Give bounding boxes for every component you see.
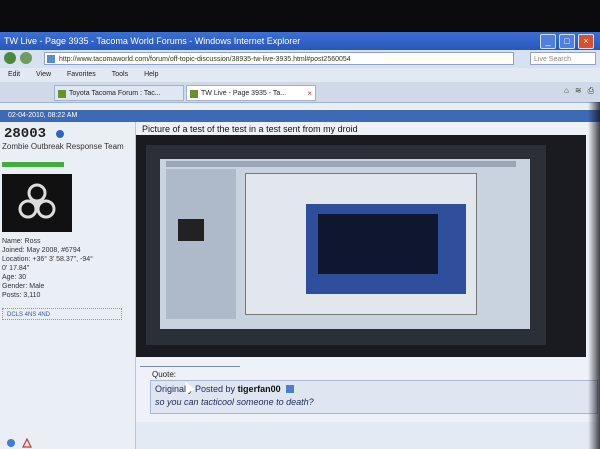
tab-toyota-forum[interactable]: Toyota Tacoma Forum : Tac... [54,85,184,101]
quote-poster[interactable]: tigerfan00 [238,384,281,394]
address-bar: http://www.tacomaworld.com/forum/off-top… [0,50,600,68]
tab-bar: Toyota Tacoma Forum : Tac... TW Live - P… [0,82,600,103]
menu-help[interactable]: Help [144,71,158,78]
window-titlebar[interactable]: TW Live - Page 3935 - Tacoma World Forum… [0,32,600,50]
photo-monitor [146,145,546,345]
user-age-line: Age: 30 [2,274,27,281]
close-button[interactable]: × [578,34,594,49]
report-icon[interactable] [22,438,32,448]
menu-view[interactable]: View [36,71,51,78]
post-photo[interactable] [136,135,586,357]
site-favicon-icon [47,55,55,63]
screen: TW Live - Page 3935 - Tacoma World Forum… [0,0,600,449]
tab-label: TW Live - Page 3935 - Ta... [201,90,287,97]
view-post-icon[interactable] [286,385,295,393]
tab-favicon-icon [190,90,198,98]
avatar[interactable] [2,174,72,232]
user-info-panel: 28003 Zombie Outbreak Response Team Name… [0,122,136,449]
feeds-icon[interactable]: ≋ [575,86,582,96]
photo-screen [160,159,530,329]
quote-divider [140,366,240,367]
minimize-button[interactable]: _ [540,34,556,49]
menu-favorites[interactable]: Favorites [67,71,96,78]
biohazard-icon [15,181,59,225]
photo-avatar [178,219,204,241]
user-gender-line: Gender: Male [2,283,45,290]
menu-tools[interactable]: Tools [112,71,128,78]
post-timestamp: 02-04-2010, 08:22 AM [8,112,78,119]
user-details: Name: Ross Joined: May 2008, #6794 Locat… [2,237,132,300]
menu-edit[interactable]: Edit [8,71,20,78]
tab-close-icon[interactable]: × [307,86,312,100]
online-status-icon [56,130,64,138]
home-icon[interactable]: ⌂ [564,86,569,96]
quote-box: Originally Posted by tigerfan00 so you c… [150,380,598,414]
quote-attribution: Originally Posted by tigerfan00 [155,384,295,394]
photo-edge-shadow [588,102,600,449]
user-name-line: Name: Ross [2,238,41,245]
toolbar-icons: ⌂ ≋ ⎙ [564,86,594,96]
quote-text: so you can tacticool someone to death? [155,397,314,407]
post-caption: Picture of a test of the test in a test … [142,124,358,134]
post-footer [136,422,600,449]
url-text: http://www.tacomaworld.com/forum/off-top… [59,56,351,63]
user-joined-line: Joined: May 2008, #6794 [2,247,81,254]
window-title: TW Live - Page 3935 - Tacoma World Forum… [4,36,301,46]
user-location-line-2: 0' 17.84" [2,265,30,272]
photo-window [245,173,477,315]
search-input[interactable]: Live Search [530,52,596,65]
url-input[interactable]: http://www.tacomaworld.com/forum/off-top… [44,52,514,65]
maximize-button[interactable]: □ [559,34,575,49]
user-title: Zombie Outbreak Response Team [2,142,124,151]
signature-link[interactable]: DCLS 4NS 4ND [2,308,122,320]
post-content: Picture of a test of the test in a test … [136,122,600,449]
print-icon[interactable]: ⎙ [588,86,594,96]
quote-label: Quote: [152,370,177,379]
user-location-line: Location: +36° 3' 58.37", -94° [2,256,93,263]
back-button[interactable] [4,52,16,64]
post-header: 02-04-2010, 08:22 AM [0,110,600,122]
forward-button[interactable] [20,52,32,64]
tab-label: Toyota Tacoma Forum : Tac... [69,90,161,97]
photo-sidebar [166,169,236,319]
menu-bar: Edit View Favorites Tools Help [0,68,600,82]
tab-tw-live[interactable]: TW Live - Page 3935 - Ta... × [186,85,316,101]
monitor-bezel [0,0,600,32]
reputation-bar [2,162,64,167]
window-controls: _ □ × [540,34,594,49]
post-action-icons [6,438,32,448]
photo-titlebar [166,161,516,167]
photo-dark-area [318,214,438,274]
reputation-icon[interactable] [6,438,16,448]
tab-favicon-icon [58,90,66,98]
username[interactable]: 28003 [4,126,46,142]
user-posts-line: Posts: 3,110 [2,292,41,299]
